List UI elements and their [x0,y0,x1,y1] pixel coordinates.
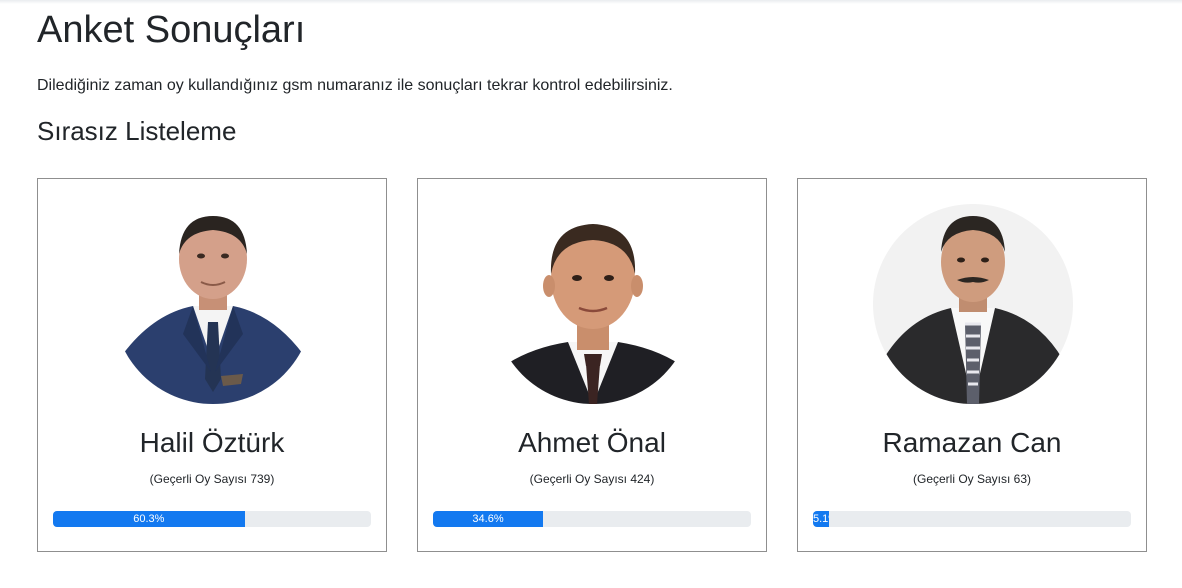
candidate-votes: (Geçerli Oy Sayısı 739) [149,472,275,486]
vote-progress-fill: 60.3% [53,511,245,527]
page-title: Anket Sonuçları [37,9,306,51]
candidate-photo [493,204,693,404]
vote-progress: 60.3% [53,511,371,527]
candidate-name: Ramazan Can [882,427,1062,458]
candidate-photo [113,204,313,404]
candidate-votes: (Geçerli Oy Sayısı 63) [912,472,1032,486]
candidate-card-halil-ozturk[interactable]: Halil Öztürk (Geçerli Oy Sayısı 739) 60.… [37,178,387,552]
candidate-card-ahmet-onal[interactable]: Ahmet Önal (Geçerli Oy Sayısı 424) 34.6% [417,178,767,552]
section-title: Sırasız Listeleme [37,116,237,146]
vote-progress: 34.6% [433,511,751,527]
page-description: Dilediğiniz zaman oy kullandığınız gsm n… [37,77,673,94]
candidate-photo [873,204,1073,404]
candidate-name: Ahmet Önal [518,427,666,458]
candidate-card-ramazan-can[interactable]: Ramazan Can (Geçerli Oy Sayısı 63) 5.1% [797,178,1147,552]
vote-progress-fill: 34.6% [433,511,544,527]
candidate-votes: (Geçerli Oy Sayısı 424) [529,472,655,486]
vote-progress-fill: 5.1% [813,511,830,527]
vote-progress: 5.1% [813,511,1131,527]
top-shadow-bar [0,0,1182,4]
candidate-name: Halil Öztürk [139,427,285,458]
